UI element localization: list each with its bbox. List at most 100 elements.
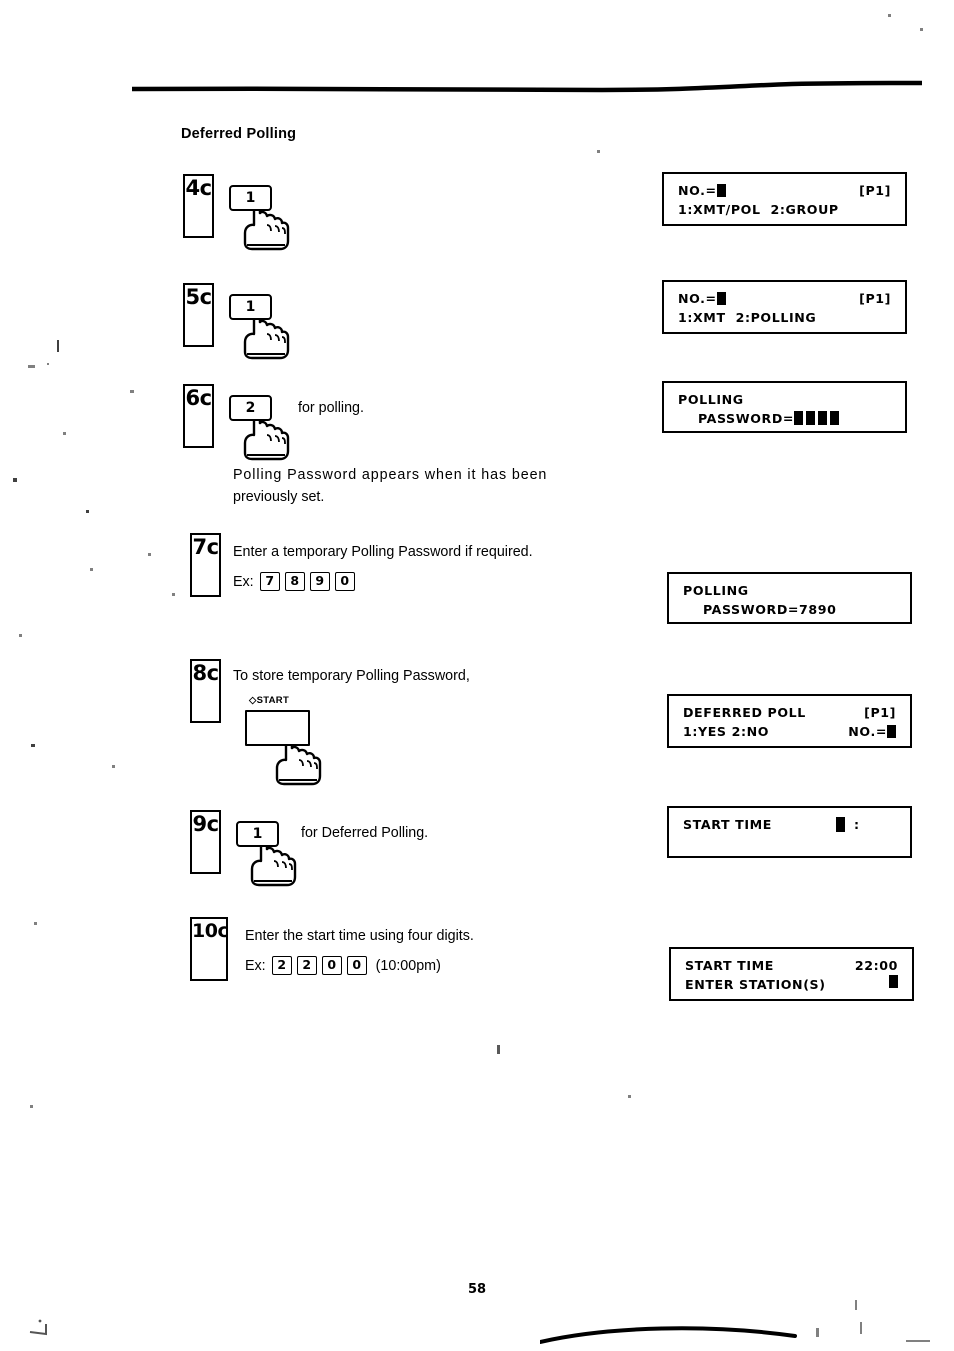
scan-speck [628,1095,631,1098]
lcd-display-4: POLLING PASSWORD=7890 [667,572,912,624]
step-8c-instruction: To store temporary Polling Password, [233,668,470,684]
scan-speck [906,1340,930,1342]
scan-speck [112,765,115,768]
key-press-group: 1 [229,185,290,251]
scan-speck [28,365,35,368]
key-press-group: 1 [236,821,297,887]
corner-scan-mark [28,1318,73,1343]
scan-speck [855,1300,857,1310]
password-mask-blocks [794,409,842,428]
scan-speck [90,568,93,571]
step-number-label: 7c [192,535,219,559]
lcd-display-3: POLLING PASSWORD= [662,381,907,433]
scan-speck [148,553,151,556]
lcd-line-1: NO.= [P1] [678,289,905,308]
numeric-key-1[interactable]: 1 [229,294,272,320]
scan-speck [888,14,891,17]
step-number-label: 10c [192,920,229,942]
scan-speck [816,1328,819,1337]
scan-speck [130,390,134,393]
lcd-cursor [887,725,896,738]
lcd-line2-left: 1:YES 2:NO [683,724,770,739]
step-number-label: 5c [185,285,212,309]
scan-speck [19,634,22,637]
step-number-box: 8c [190,659,221,723]
lcd-line1-left: NO.= [678,289,726,308]
key-press-group: 2 [229,395,290,461]
lcd-line-1: DEFERRED POLL [P1] [683,703,910,722]
lcd-display-6: START TIME: [667,806,912,858]
scan-speck [31,744,35,747]
step-6c-instruction: for polling. [298,400,364,416]
scan-speck [497,1045,500,1054]
lcd-line-2: 1:XMT 2:POLLING [678,310,817,325]
lcd-line1-left: DEFERRED POLL [683,705,806,720]
step-number-label: 8c [192,661,219,685]
lcd-cursor [835,817,845,832]
example-key[interactable]: 0 [346,956,367,975]
header-rule [132,80,922,94]
scan-speck [86,510,89,513]
lcd-display-5: DEFERRED POLL [P1] 1:YES 2:NO NO.= [667,694,912,748]
lcd-line1-left: START TIME [685,958,774,973]
step-number-box: 5c [183,283,214,347]
lcd-line-2: PASSWORD=7890 [683,602,837,617]
lcd-display-1: NO.= [P1] 1:XMT/POL 2:GROUP [662,172,907,226]
example-key[interactable]: 7 [259,572,280,591]
scan-speck [30,1105,33,1108]
bottom-scan-arc [538,1320,810,1351]
start-key-text: START [256,695,290,706]
scan-speck [860,1322,862,1334]
start-diamond-icon: ◇ [249,695,257,706]
start-button[interactable] [245,710,310,746]
scan-speck [34,922,37,925]
example-key[interactable]: 2 [296,956,317,975]
key-press-group: 1 [229,294,290,360]
lcd-cursor [716,292,726,305]
lcd-line-1: START TIME 22:00 [685,956,912,975]
step-number-box: 6c [183,384,214,448]
scan-speck [13,478,17,482]
lcd-line-1: POLLING [683,583,749,598]
page-number: 58 [467,1282,487,1297]
step-6c-note-line2: previously set. [233,489,325,505]
lcd-line-2: ENTER STATION(S) [685,975,912,994]
numeric-key-1[interactable]: 1 [229,185,272,211]
lcd-line1-right: 22:00 [854,958,898,973]
step-6c-note-line1: Polling Password appears when it has bee… [233,467,548,483]
lcd-cursor [889,975,898,988]
step-number-label: 4c [185,176,212,200]
lcd-line1-right: [P1] [859,291,891,306]
start-key-group: ◇START [245,695,322,786]
section-title: Deferred Polling [181,126,297,142]
step-7c-example: Ex: 7 8 9 0 [233,572,360,591]
scan-speck [47,363,49,365]
lcd-line-2: 1:XMT/POL 2:GROUP [678,202,839,217]
step-number-box: 7c [190,533,221,597]
lcd-line-2: PASSWORD= [678,409,905,428]
lcd-display-7: START TIME 22:00 ENTER STATION(S) [669,947,914,1001]
step-number-box: 9c [190,810,221,874]
step-number-box: 10c [190,917,229,981]
scan-speck [597,150,600,153]
step-7c-instruction: Enter a temporary Polling Password if re… [233,544,533,560]
lcd-cursor [716,184,726,197]
manual-page: Deferred Polling 4c 1 5c 1 6c 2 for poll… [0,0,954,1349]
step-9c-instruction: for Deferred Polling. [301,825,429,841]
numeric-key-1[interactable]: 1 [236,821,279,847]
example-key[interactable]: 0 [321,956,342,975]
step-number-label: 9c [192,812,219,836]
example-key[interactable]: 0 [334,572,355,591]
example-key[interactable]: 8 [284,572,305,591]
lcd-line1-right: [P1] [864,705,896,720]
example-key[interactable]: 2 [271,956,292,975]
scan-speck [172,593,175,596]
numeric-key-2[interactable]: 2 [229,395,272,421]
example-key[interactable]: 9 [309,572,330,591]
scan-speck [920,28,923,31]
lcd-line-1: START TIME: [683,817,860,832]
lcd-line-1: NO.= [P1] [678,181,905,200]
lcd-display-2: NO.= [P1] 1:XMT 2:POLLING [662,280,907,334]
step-number-box: 4c [183,174,214,238]
scan-speck [57,340,59,352]
